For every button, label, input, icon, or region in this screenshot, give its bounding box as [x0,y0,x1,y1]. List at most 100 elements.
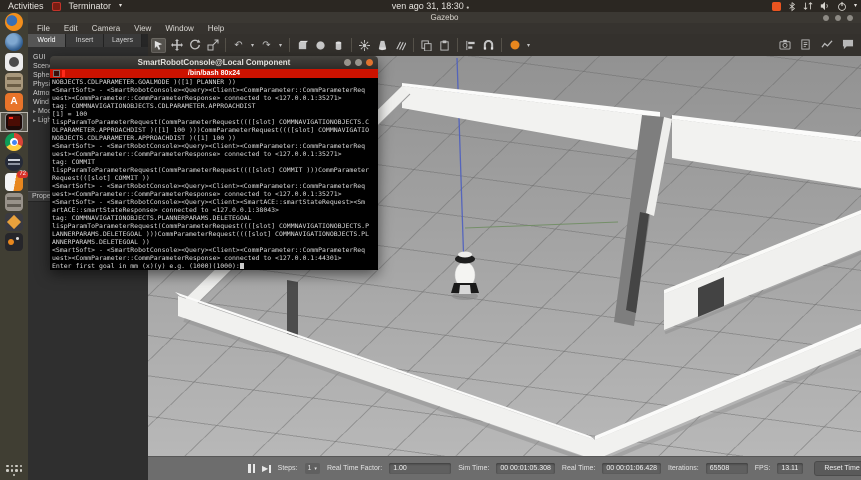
gazebo-menubar: File Edit Camera View Window Help [28,23,861,34]
volume-icon[interactable] [820,1,830,11]
spot-light-icon[interactable] [375,38,390,53]
record-icon[interactable] [507,38,522,53]
terminal-output[interactable]: NOBJECTS.CDLPARAMETER.GOALMODE )([1] PLA… [50,78,378,270]
dock-item-libreoffice[interactable]: 72 [0,172,28,192]
copy-icon[interactable] [419,38,434,53]
dock-item-blender[interactable] [0,212,28,232]
system-top-bar: Activities Terminator ▾ ven ago 31, 18:3… [0,0,861,12]
terminal-window: SmartRobotConsole@Local Component /bin/b… [50,56,378,270]
translate-tool-icon[interactable] [169,38,184,53]
sim-time-value: 00 00:01:05.308 [496,463,555,474]
terminal-line: <SmartSoft> - <SmartRobotConsole><Query>… [52,182,376,190]
minimize-button[interactable] [344,59,351,66]
dock-item-file-cabinet[interactable] [0,72,28,92]
steps-dropdown[interactable]: 1 ▾ [305,463,320,474]
rtf-value: 1.00 [389,463,451,474]
directional-light-icon[interactable] [393,38,408,53]
sphere-shape-icon[interactable] [313,38,328,53]
recording-indicator-icon[interactable] [772,2,781,11]
pause-button[interactable] [248,464,255,473]
plot-icon[interactable] [819,37,834,52]
expand-caret-icon[interactable]: ▸ [33,109,36,115]
terminal-line: Request(([slot] COMMIT )) [52,174,376,182]
tab-layers[interactable]: Layers [104,34,142,47]
terminal-line: lispParamToParameterRequest(CommParamete… [52,166,376,174]
close-button[interactable] [847,15,853,21]
dock-item-files[interactable] [0,32,28,52]
dock-item-archive[interactable] [0,192,28,212]
terminal-line: tag: COMMIT [52,158,376,166]
dock-item-ubuntu-software[interactable]: A [0,92,28,112]
iterations-label: Iterations: [668,465,699,472]
maximize-button[interactable] [355,59,362,66]
rotate-tool-icon[interactable] [187,38,202,53]
tab-world[interactable]: World [28,34,66,47]
menu-edit[interactable]: Edit [58,23,84,34]
dock-item-terminator[interactable] [0,112,28,132]
terminal-tab-icon [53,70,60,77]
undo-history-icon[interactable]: ▾ [249,38,256,53]
terminal-line: uest><CommParameter::CommParameterRespon… [52,150,376,158]
terminal-titlebar[interactable]: SmartRobotConsole@Local Component [50,56,378,69]
dock-item-gazebo[interactable] [0,232,28,252]
close-button[interactable] [366,59,373,66]
dock-item-chrome[interactable] [0,132,28,152]
y-axis-line [465,222,618,228]
terminal-line: DLPARAMETER.APPROACHDIST )([1] 100 )))Co… [52,126,376,134]
terminal-cursor [240,263,244,269]
log-record-icon[interactable] [798,37,813,52]
iterations-value: 65508 [706,463,748,474]
screenshot-icon[interactable] [777,37,792,52]
wall-back-right [402,86,660,154]
comments-icon[interactable] [840,37,855,52]
menu-camera[interactable]: Camera [86,23,126,34]
terminal-line: lispParamToParameterRequest(CommParamete… [52,222,376,230]
undo-icon[interactable]: ↶ [231,38,246,53]
reset-time-button[interactable]: Reset Time [814,461,861,476]
menu-view[interactable]: View [128,23,157,34]
menu-file[interactable]: File [31,23,56,34]
record-caret-icon[interactable]: ▾ [525,38,532,53]
align-icon[interactable] [463,38,478,53]
point-light-icon[interactable] [357,38,372,53]
terminal-line: LANNERPARAMS.DELETEGOAL )))CommParameter… [52,230,376,238]
terminal-line: tag: COMMNAVIGATIONOBJECTS.PLANNERPARAMS… [52,214,376,222]
gazebo-toolbar: ↶ ▾ ↷ ▾ [148,34,861,56]
show-applications-button[interactable] [0,465,28,477]
terminal-line: ANNERPARAMS.DELETEGOAL )) [52,238,376,246]
network-icon[interactable] [803,1,813,11]
terminal-line: artACE::smartStateResponse> connected to… [52,206,376,214]
maximize-button[interactable] [835,15,841,21]
paste-icon[interactable] [437,38,452,53]
robot-model [451,252,479,301]
terminal-line: uest><CommParameter::CommParameterRespon… [52,254,376,262]
menu-window[interactable]: Window [159,23,199,34]
power-icon[interactable] [837,1,847,12]
minimize-button[interactable] [823,15,829,21]
terminal-line: <SmartSoft> - <SmartRobotConsole><Query>… [52,142,376,150]
menu-help[interactable]: Help [202,23,230,34]
scale-tool-icon[interactable] [205,38,220,53]
clock[interactable]: ven ago 31, 18:30 [392,1,464,11]
cylinder-shape-icon[interactable] [331,38,346,53]
snap-icon[interactable] [481,38,496,53]
terminal-line: NOBJECTS.CDLPARAMETER.APPROACHDIST )([1]… [52,134,376,142]
dock-item-firefox[interactable] [0,12,28,32]
dock-item-media-player[interactable] [0,52,28,72]
terminal-tab-bar[interactable]: /bin/bash 80x24 [50,69,378,78]
expand-caret-icon[interactable]: ▸ [33,118,36,124]
chevron-down-icon[interactable]: ▾ [854,0,857,12]
sim-time-label: Sim Time: [458,465,489,472]
select-tool-icon[interactable] [151,38,166,53]
redo-icon[interactable]: ↷ [259,38,274,53]
terminal-line: <SmartSoft> - <SmartRobotConsole><Query>… [52,198,376,206]
terminal-line: <SmartSoft> - <SmartRobotConsole><Query>… [52,246,376,254]
tab-insert[interactable]: Insert [66,34,104,47]
box-shape-icon[interactable] [295,38,310,53]
step-button[interactable]: ▶ [262,464,271,473]
redo-history-icon[interactable]: ▾ [277,38,284,53]
terminal-line: <SmartSoft> - <SmartRobotConsole><Query>… [52,86,376,94]
dock-item-dark-app[interactable] [0,152,28,172]
bluetooth-icon[interactable] [788,1,796,12]
update-badge: 72 [17,171,28,178]
